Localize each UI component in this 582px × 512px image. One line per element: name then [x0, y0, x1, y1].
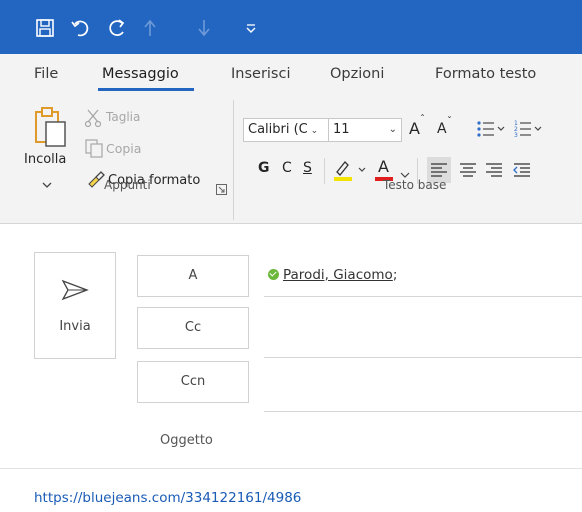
clipboard-group-label: Appunti — [104, 178, 151, 192]
align-center-icon[interactable] — [456, 157, 480, 187]
tab-formato-testo[interactable]: Formato testo — [435, 66, 536, 82]
recipient-separator: ; — [392, 267, 398, 283]
body-separator — [0, 468, 582, 469]
send-label: Invia — [59, 319, 91, 334]
customize-dropdown-icon[interactable] — [245, 17, 261, 39]
tab-inserisci[interactable]: Inserisci — [231, 66, 291, 82]
ribbon-tabs: File Messaggio Inserisci Opzioni Formato… — [0, 54, 582, 94]
bcc-field[interactable] — [264, 362, 582, 410]
basic-text-group-label: Testo base — [383, 178, 447, 192]
bold-button[interactable]: G — [258, 160, 270, 176]
paste-button[interactable]: Incolla — [24, 104, 80, 193]
underline-button[interactable]: S — [303, 160, 312, 176]
decrease-indent-icon[interactable] — [510, 157, 534, 187]
font-name-select[interactable]: Calibri (C ⌄ — [243, 118, 330, 142]
bullet-list-icon[interactable] — [476, 118, 506, 144]
recipient-name[interactable]: Parodi, Giacomo — [283, 267, 393, 283]
copy-label: Copia — [106, 141, 142, 156]
align-right-icon[interactable] — [482, 157, 506, 187]
tab-messaggio[interactable]: Messaggio — [102, 66, 179, 82]
copy-button: Copia — [84, 138, 164, 160]
tab-opzioni[interactable]: Opzioni — [330, 66, 384, 82]
grow-font-button[interactable]: A — [409, 119, 420, 138]
shrink-font-button[interactable]: A — [437, 121, 447, 137]
chevron-down-icon: ⌄ — [388, 124, 397, 135]
body-link[interactable]: https://bluejeans.com/334122161/4986 — [34, 490, 301, 506]
cc-field[interactable] — [264, 306, 582, 356]
ribbon-separator — [324, 158, 325, 184]
chevron-down-icon: ⌄ — [307, 126, 319, 136]
chevron-down-icon — [42, 174, 52, 193]
bcc-button[interactable]: Ccn — [137, 361, 249, 403]
copy-icon — [84, 138, 104, 162]
to-recipient[interactable]: Parodi, Giacomo; — [268, 267, 397, 283]
presence-available-icon — [268, 269, 279, 280]
font-size-value: 11 — [333, 122, 350, 137]
to-field-underline — [264, 296, 582, 297]
arrow-down-icon — [196, 17, 216, 39]
font-name-value: Calibri (C — [248, 122, 308, 137]
svg-text:3: 3 — [514, 132, 518, 139]
subject-label: Oggetto — [160, 433, 213, 448]
cc-button[interactable]: Cc — [137, 307, 249, 349]
arrow-up-icon — [142, 17, 162, 39]
title-bar — [0, 0, 582, 54]
save-icon[interactable] — [34, 17, 58, 39]
to-button[interactable]: A — [137, 255, 249, 297]
ribbon-separator — [233, 100, 234, 220]
cut-button: Taglia — [84, 108, 164, 130]
redo-icon[interactable] — [106, 17, 130, 39]
format-painter-icon — [86, 170, 106, 194]
numbered-list-icon[interactable]: 123 — [514, 118, 550, 144]
paste-label: Incolla — [24, 152, 67, 167]
active-tab-indicator — [98, 88, 194, 91]
subject-field[interactable] — [264, 420, 582, 460]
bcc-field-underline — [264, 411, 582, 412]
italic-button[interactable]: C — [282, 160, 292, 176]
caret-down-icon: ˇ — [447, 116, 452, 127]
dialog-launcher-icon[interactable] — [216, 180, 227, 199]
cc-field-underline — [264, 357, 582, 358]
send-icon — [61, 279, 89, 305]
scissors-icon — [84, 108, 102, 132]
clipboard-icon — [34, 106, 68, 152]
font-color-button[interactable]: A — [378, 157, 389, 176]
cut-label: Taglia — [106, 110, 141, 124]
undo-icon[interactable] — [70, 17, 94, 39]
send-button[interactable]: Invia — [34, 252, 116, 359]
tab-file[interactable]: File — [34, 66, 58, 82]
font-size-select[interactable]: 11 ⌄ — [328, 118, 402, 142]
caret-up-icon: ˆ — [420, 114, 425, 125]
highlight-icon[interactable] — [332, 157, 372, 187]
